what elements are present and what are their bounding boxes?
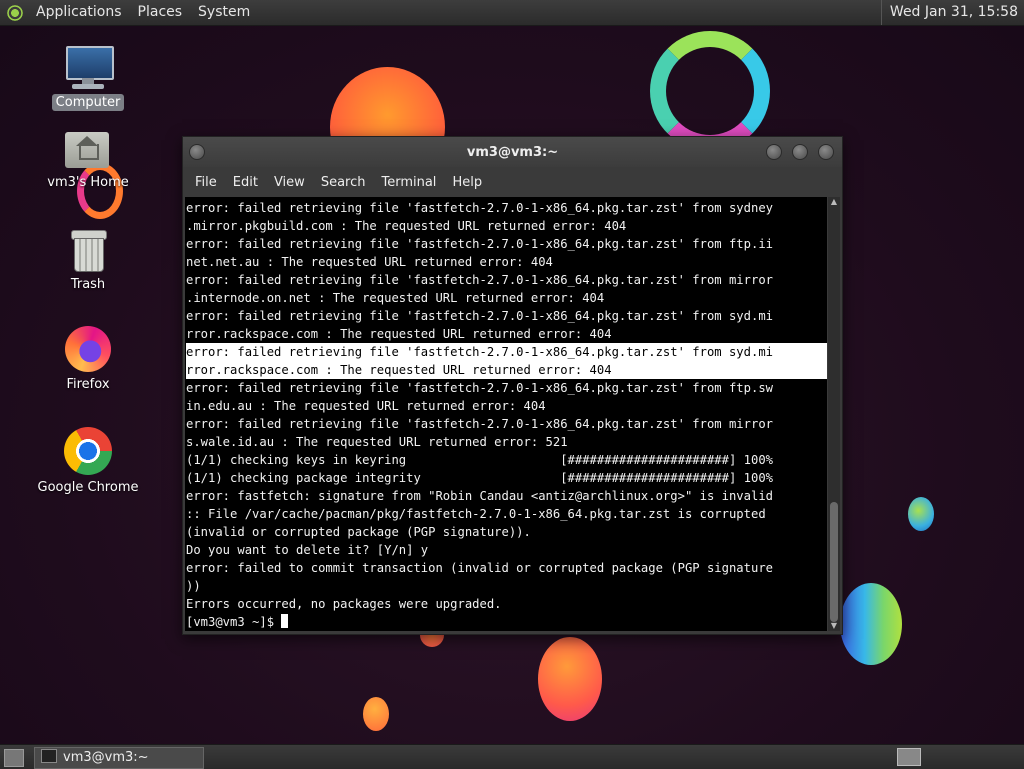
desktop-icon-label: Computer bbox=[51, 94, 125, 111]
terminal-line: error: failed retrieving file 'fastfetch… bbox=[186, 381, 773, 395]
desktop-icon-home[interactable]: vm3's Home bbox=[33, 128, 143, 191]
terminal-line: error: failed retrieving file 'fastfetch… bbox=[186, 309, 773, 323]
wallpaper-blue-bubble bbox=[908, 497, 934, 531]
terminal-line: error: failed retrieving file 'fastfetch… bbox=[186, 343, 827, 361]
window-title: vm3@vm3:~ bbox=[466, 145, 559, 160]
menu-help[interactable]: Help bbox=[444, 175, 490, 190]
applications-logo-icon[interactable] bbox=[6, 3, 24, 22]
desktop-icon-chrome[interactable]: Google Chrome bbox=[33, 427, 143, 496]
terminal-line: (1/1) checking keys in keyring [########… bbox=[186, 453, 773, 467]
desktop-icon-label: Firefox bbox=[66, 377, 110, 392]
desktop-icon-label: vm3's Home bbox=[47, 175, 129, 190]
close-button[interactable] bbox=[818, 144, 834, 160]
scrollbar-thumb[interactable] bbox=[830, 502, 838, 622]
terminal-line: error: failed to commit transaction (inv… bbox=[186, 561, 773, 575]
menu-view[interactable]: View bbox=[266, 175, 313, 190]
desktop-icon-label: Trash bbox=[70, 277, 106, 292]
terminal-line: in.edu.au : The requested URL returned e… bbox=[186, 399, 546, 413]
menu-applications[interactable]: Applications bbox=[28, 0, 130, 25]
scroll-up-arrow-icon[interactable]: ▲ bbox=[828, 197, 840, 207]
desktop-icon-label: Google Chrome bbox=[37, 480, 139, 495]
terminal-line: error: failed retrieving file 'fastfetch… bbox=[186, 237, 773, 251]
terminal-line: rror.rackspace.com : The requested URL r… bbox=[186, 361, 827, 379]
computer-icon bbox=[64, 46, 114, 90]
terminal-line: error: failed retrieving file 'fastfetch… bbox=[186, 417, 773, 431]
terminal-line: :: File /var/cache/pacman/pkg/fastfetch-… bbox=[186, 507, 766, 521]
chrome-icon bbox=[64, 427, 112, 475]
desktop-icon-trash[interactable]: Trash bbox=[33, 228, 143, 293]
terminal-line: (invalid or corrupted package (PGP signa… bbox=[186, 525, 531, 539]
menu-search[interactable]: Search bbox=[313, 175, 374, 190]
home-folder-icon bbox=[65, 128, 111, 170]
show-desktop-button[interactable] bbox=[4, 749, 24, 767]
maximize-button[interactable] bbox=[792, 144, 808, 160]
clock[interactable]: Wed Jan 31, 15:58 bbox=[880, 0, 1024, 25]
terminal-prompt: [vm3@vm3 ~]$ bbox=[186, 615, 282, 629]
terminal-line: Errors occurred, no packages were upgrad… bbox=[186, 597, 502, 611]
trash-icon bbox=[69, 228, 107, 272]
top-panel: Applications Places System Wed Jan 31, 1… bbox=[0, 0, 1024, 26]
terminal-window[interactable]: vm3@vm3:~ File Edit View Search Terminal… bbox=[182, 136, 843, 635]
wallpaper-orange-bubble-2 bbox=[538, 637, 602, 721]
terminal-line: Do you want to delete it? [Y/n] y bbox=[186, 543, 429, 557]
terminal-scrollbar[interactable]: ▲ ▼ bbox=[828, 197, 840, 631]
menu-places[interactable]: Places bbox=[130, 0, 191, 25]
workspace-switcher[interactable] bbox=[897, 748, 921, 766]
terminal-cursor bbox=[281, 614, 289, 628]
menu-file[interactable]: File bbox=[187, 175, 225, 190]
terminal-line: )) bbox=[186, 579, 201, 593]
menu-edit[interactable]: Edit bbox=[225, 175, 266, 190]
terminal-line: .internode.on.net : The requested URL re… bbox=[186, 291, 605, 305]
terminal-line: error: fastfetch: signature from "Robin … bbox=[186, 489, 773, 503]
menu-system[interactable]: System bbox=[190, 0, 258, 25]
scroll-down-arrow-icon[interactable]: ▼ bbox=[828, 621, 840, 631]
desktop-icon-firefox[interactable]: Firefox bbox=[33, 326, 143, 393]
terminal-line: (1/1) checking package integrity [######… bbox=[186, 471, 773, 485]
wallpaper-orange-bubble-3 bbox=[363, 697, 389, 731]
window-titlebar[interactable]: vm3@vm3:~ bbox=[183, 137, 842, 167]
terminal-icon bbox=[41, 749, 57, 763]
minimize-button[interactable] bbox=[766, 144, 782, 160]
terminal-line: error: failed retrieving file 'fastfetch… bbox=[186, 273, 773, 287]
menu-terminal[interactable]: Terminal bbox=[373, 175, 444, 190]
desktop-icon-computer[interactable]: Computer bbox=[33, 46, 143, 111]
bottom-panel: vm3@vm3:~ bbox=[0, 744, 1024, 769]
terminal-line: .mirror.pkgbuild.com : The requested URL… bbox=[186, 219, 627, 233]
wallpaper-blue-bubble-large bbox=[840, 583, 902, 665]
terminal-output[interactable]: error: failed retrieving file 'fastfetch… bbox=[185, 197, 827, 631]
terminal-text[interactable]: error: failed retrieving file 'fastfetch… bbox=[185, 197, 827, 631]
terminal-menubar: File Edit View Search Terminal Help bbox=[183, 167, 842, 197]
terminal-line: rror.rackspace.com : The requested URL r… bbox=[186, 327, 612, 341]
taskbar-item-terminal[interactable]: vm3@vm3:~ bbox=[34, 747, 204, 769]
firefox-icon bbox=[65, 326, 111, 372]
terminal-line: net.net.au : The requested URL returned … bbox=[186, 255, 553, 269]
wallpaper-ring bbox=[650, 31, 770, 151]
terminal-line: s.wale.id.au : The requested URL returne… bbox=[186, 435, 568, 449]
terminal-line: error: failed retrieving file 'fastfetch… bbox=[186, 201, 773, 215]
taskbar-item-label: vm3@vm3:~ bbox=[63, 750, 149, 765]
